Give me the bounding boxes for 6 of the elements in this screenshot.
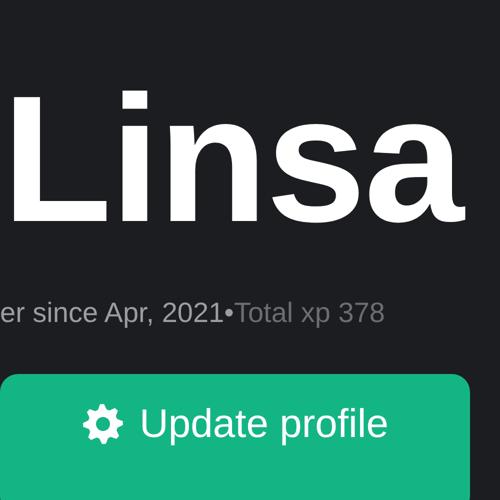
separator-dot: •: [224, 297, 234, 328]
profile-name: Linsa: [2, 70, 465, 250]
total-xp: Total xp 378: [234, 297, 385, 328]
gear-icon: [81, 402, 126, 446]
update-profile-button[interactable]: Update profile: [0, 374, 470, 500]
member-since: er since Apr, 2021: [0, 297, 224, 328]
